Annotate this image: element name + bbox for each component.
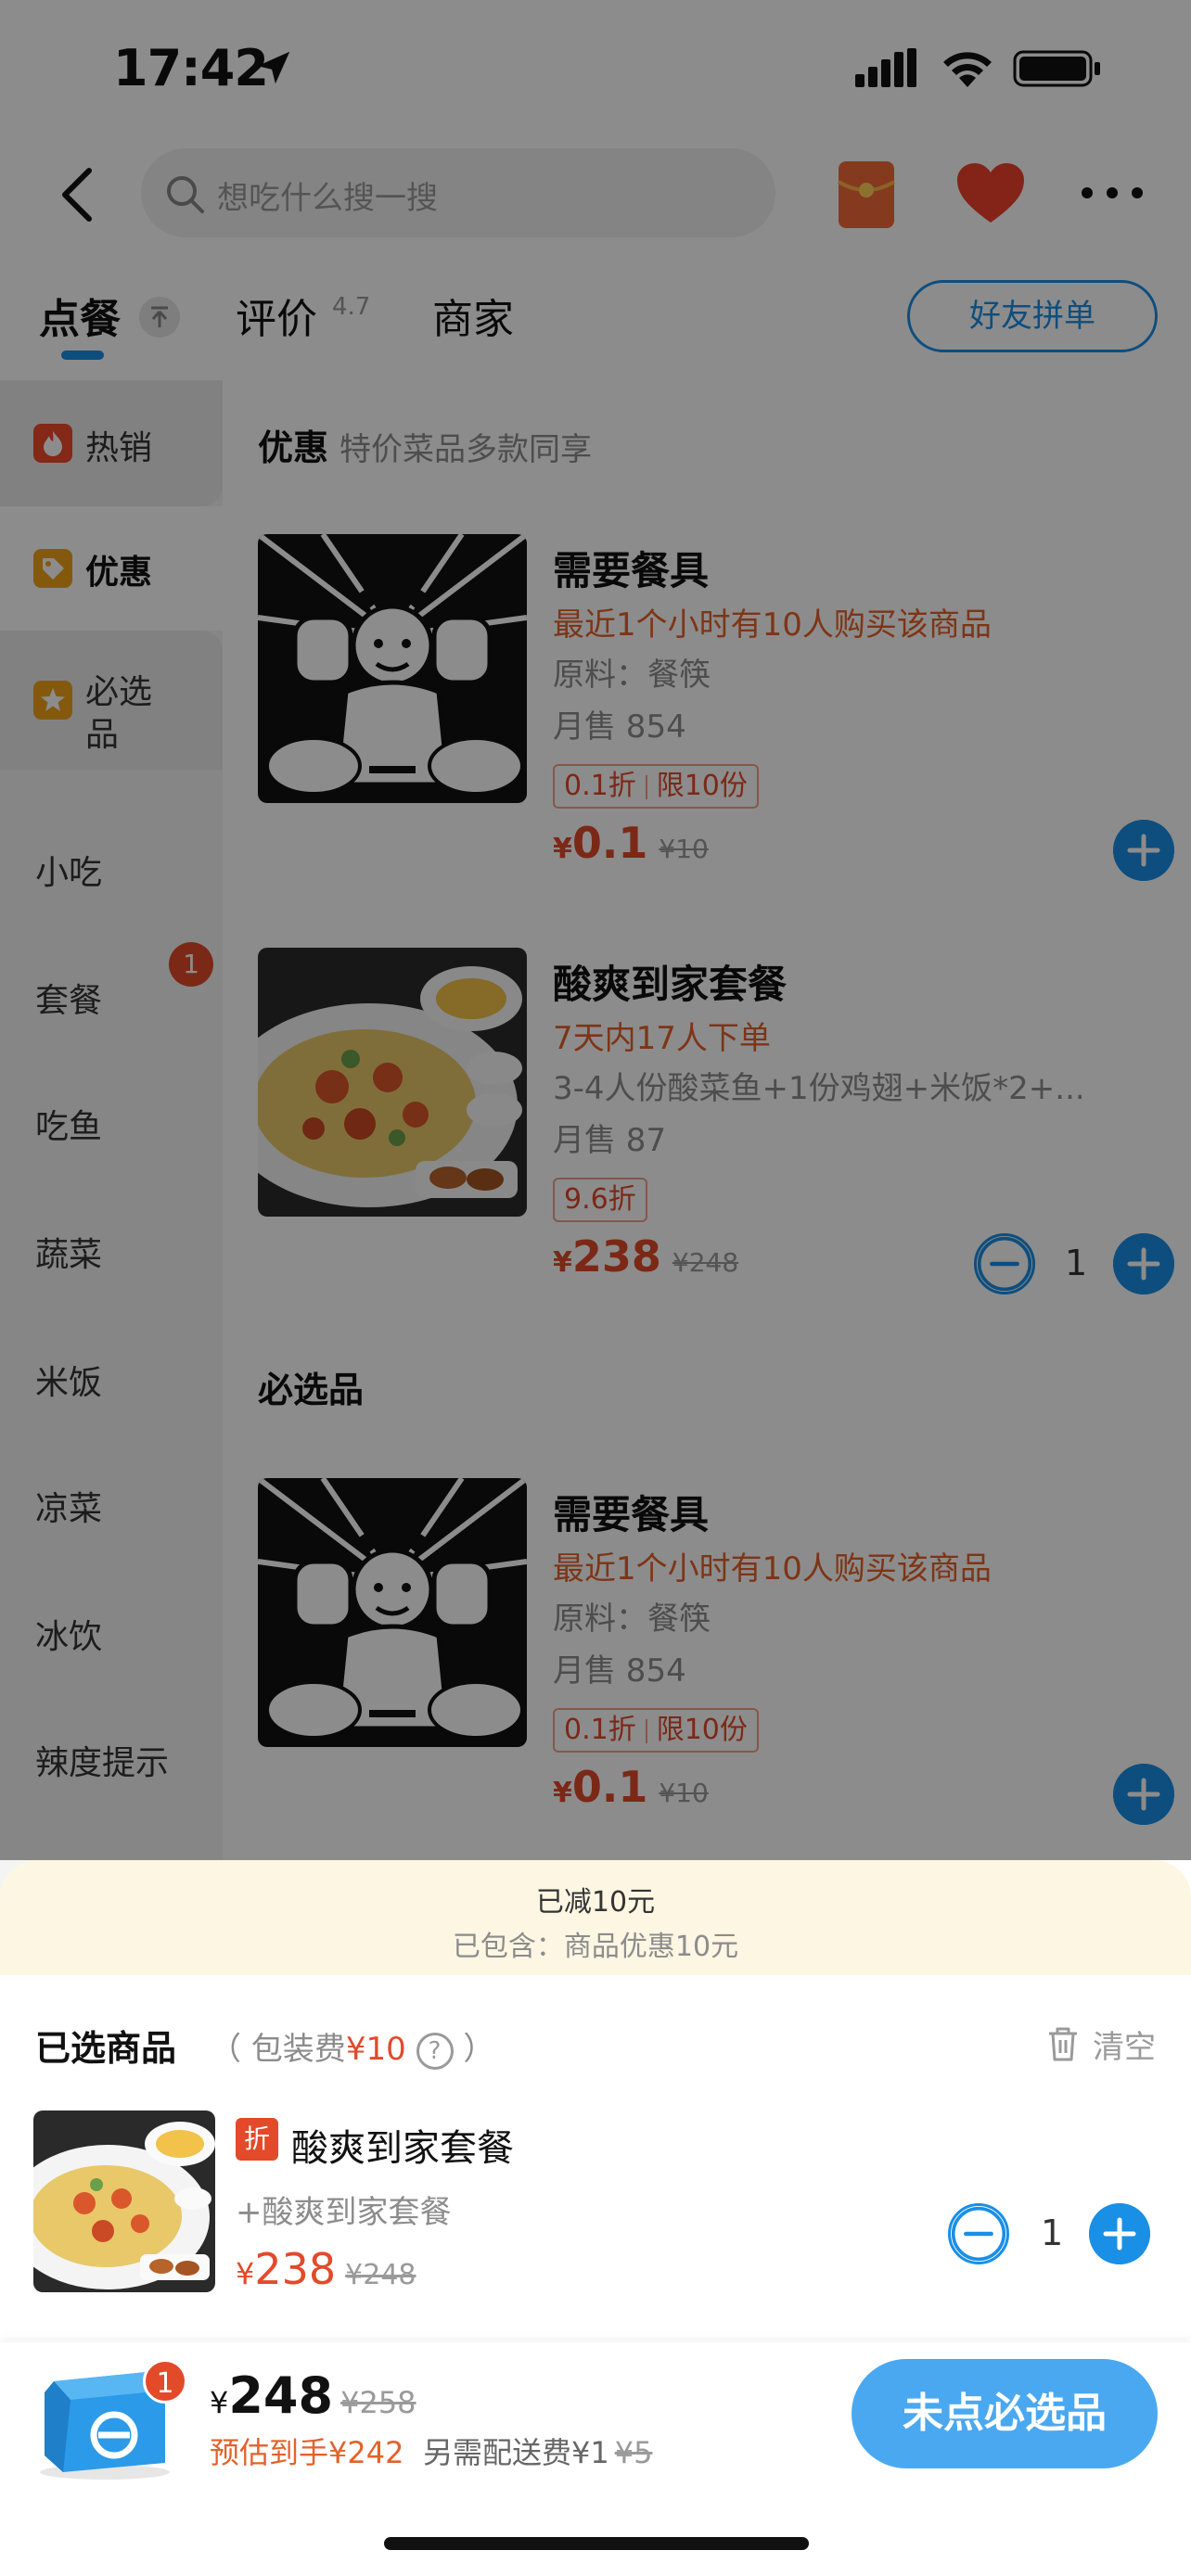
- cart-total: ¥248 ¥258: [210, 2366, 416, 2425]
- savings-amount: 已减10元: [535, 1886, 656, 1919]
- cart-count-badge: 1: [143, 2359, 187, 2404]
- cart-item-price: ¥238 ¥248: [236, 2244, 416, 2294]
- savings-detail: 已包含：商品优惠10元: [452, 1931, 739, 1963]
- currency-symbol: ¥: [210, 2385, 229, 2420]
- original-total: ¥258: [340, 2385, 416, 2420]
- packaging-fee: （ 包装费¥10 ? ）: [210, 2023, 494, 2070]
- decrease-quantity-button[interactable]: [948, 2203, 1009, 2264]
- total-value: 248: [228, 2366, 334, 2425]
- delivery-fee: 另需配送费¥1 ¥5: [423, 2429, 652, 2472]
- home-indicator[interactable]: [384, 2537, 809, 2550]
- checkout-button[interactable]: 未点必选品: [852, 2359, 1158, 2468]
- increase-quantity-button[interactable]: [1089, 2203, 1150, 2264]
- savings-banner: 已减10元 已包含：商品优惠10元: [0, 1860, 1191, 1975]
- original-price: ¥248: [345, 2259, 416, 2291]
- delivery-fee-original: ¥5: [614, 2435, 653, 2470]
- cart-item: 折 酸爽到家套餐 +酸爽到家套餐 ¥238 ¥248 1: [33, 2111, 1165, 2296]
- help-question-icon[interactable]: ?: [416, 2032, 454, 2070]
- estimated-price: 预估到手¥242: [210, 2435, 404, 2470]
- selected-items-title: 已选商品: [35, 2028, 177, 2069]
- clear-cart-button[interactable]: 清空: [1093, 2021, 1156, 2067]
- cart-item-name: 酸爽到家套餐: [291, 2127, 514, 2170]
- cart-item-spec: +酸爽到家套餐: [236, 2194, 452, 2231]
- fish-set-meal-image: [33, 2111, 215, 2292]
- packaging-fee-value: ¥10: [345, 2031, 406, 2068]
- modal-backdrop[interactable]: [0, 0, 1191, 1860]
- packaging-fee-label: （ 包装费: [210, 2031, 346, 2068]
- packaging-fee-close: ）: [463, 2031, 495, 2068]
- currency-symbol: ¥: [236, 2256, 255, 2291]
- discount-badge: 折: [236, 2118, 278, 2161]
- delivery-fee-label: 另需配送费¥1: [423, 2435, 609, 2470]
- cart-item-quantity: 1: [1041, 2213, 1064, 2253]
- trash-icon[interactable]: [1046, 2025, 1080, 2062]
- price-value: 238: [254, 2244, 337, 2294]
